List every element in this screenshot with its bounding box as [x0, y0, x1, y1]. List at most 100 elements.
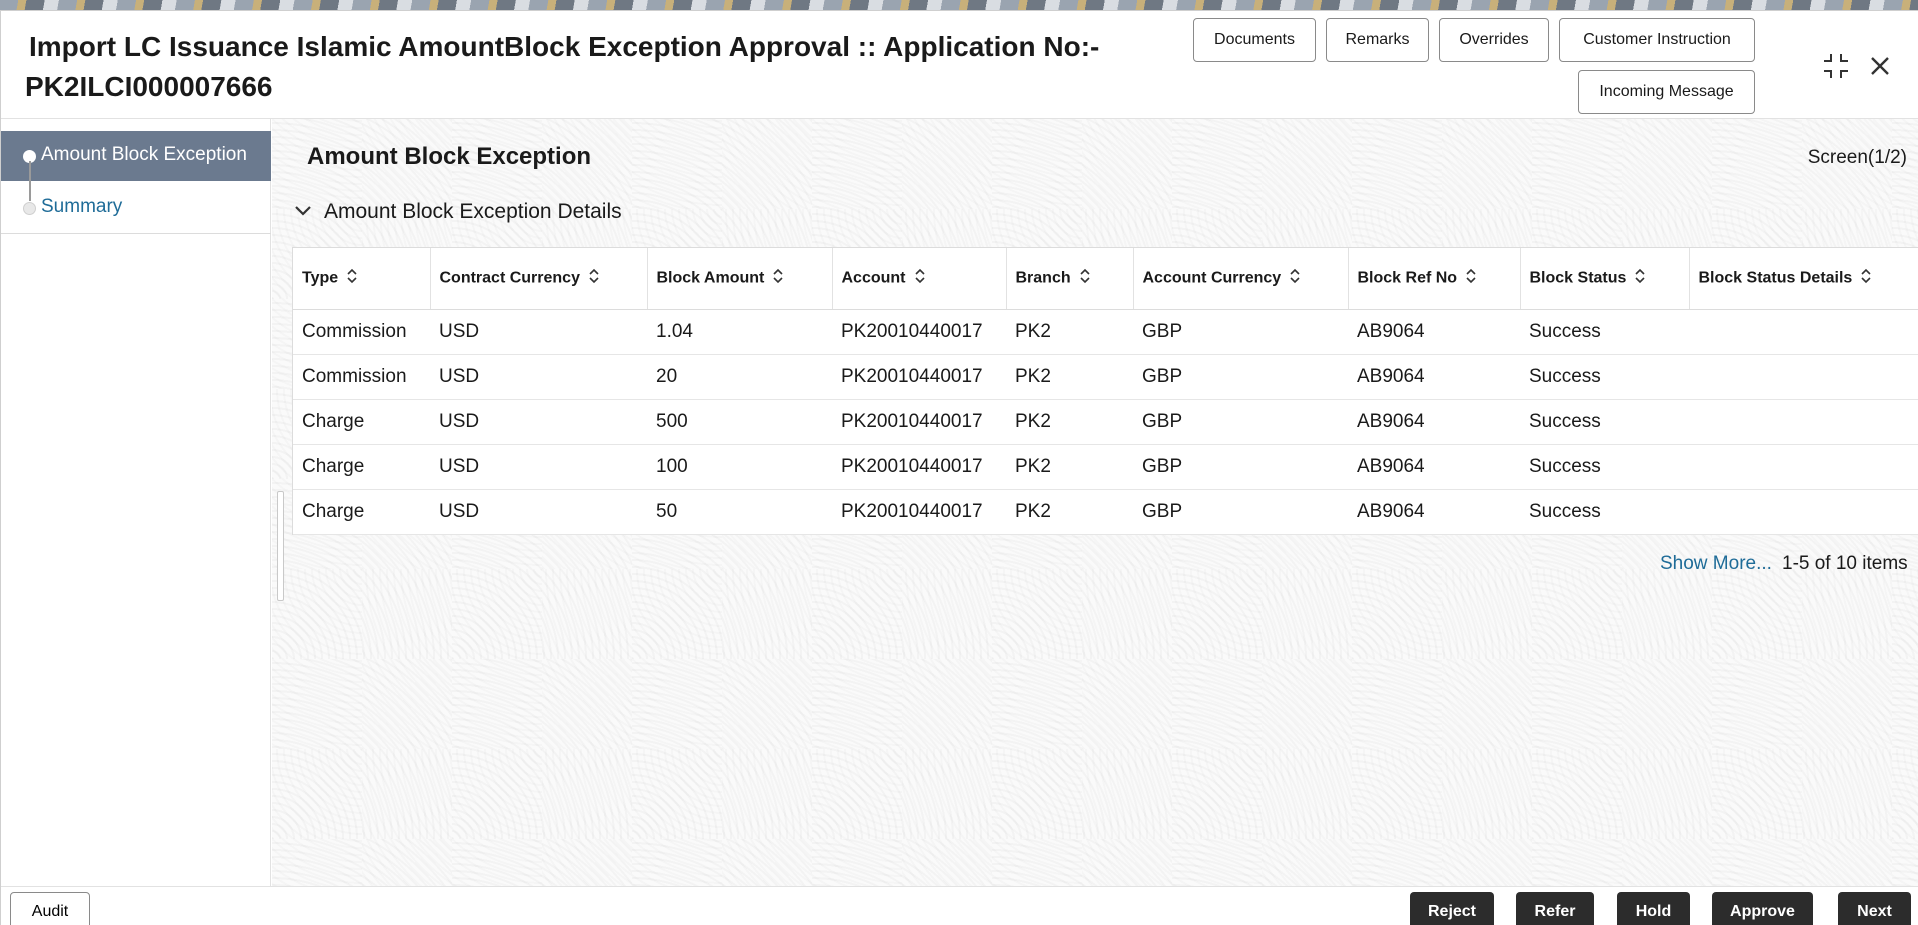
pagination-count: 1-5 of 10 items — [1782, 553, 1908, 575]
column-header-label: Block Ref No — [1358, 269, 1458, 286]
cell-block-status: Success — [1520, 309, 1689, 354]
table-row[interactable]: Charge USD 100 PK20010440017 PK2 GBP AB9… — [293, 444, 1918, 489]
column-header-type[interactable]: Type — [293, 248, 430, 309]
table-row[interactable]: Commission USD 1.04 PK20010440017 PK2 GB… — [293, 309, 1918, 354]
show-more-link[interactable]: Show More... — [1660, 553, 1772, 575]
cell-branch: PK2 — [1006, 354, 1133, 399]
sidebar-item-amount-block-exception[interactable]: Amount Block Exception — [1, 131, 271, 181]
top-banner-strip — [0, 0, 1918, 10]
table-row[interactable]: Charge USD 50 PK20010440017 PK2 GBP AB90… — [293, 489, 1918, 534]
sort-icon[interactable] — [1860, 268, 1872, 289]
column-header-label: Account Currency — [1143, 269, 1282, 286]
section-heading: Amount Block Exception — [307, 143, 591, 171]
column-header-label: Block Status Details — [1699, 269, 1853, 286]
cell-account-currency: GBP — [1133, 399, 1348, 444]
sidebar: Amount Block Exception Summary — [1, 119, 271, 886]
title-line-2: PK2ILCI000007666 — [25, 67, 1159, 107]
reject-button[interactable]: Reject — [1410, 892, 1494, 925]
chevron-down-icon[interactable] — [294, 199, 314, 223]
screen-counter: Screen(1/2) — [1808, 147, 1907, 169]
sort-icon[interactable] — [772, 268, 784, 289]
remarks-button[interactable]: Remarks — [1326, 18, 1429, 62]
table-row[interactable]: Commission USD 20 PK20010440017 PK2 GBP … — [293, 354, 1918, 399]
table-row[interactable]: Charge USD 500 PK20010440017 PK2 GBP AB9… — [293, 399, 1918, 444]
application-window: Import LC Issuance Islamic AmountBlock E… — [0, 10, 1918, 925]
sort-icon[interactable] — [1465, 268, 1477, 289]
cell-branch: PK2 — [1006, 399, 1133, 444]
cell-contract-currency: USD — [430, 399, 647, 444]
column-header-account[interactable]: Account — [832, 248, 1006, 309]
column-header-contract-currency[interactable]: Contract Currency — [430, 248, 647, 309]
cell-block-status-details — [1689, 309, 1918, 354]
column-header-block-ref-no[interactable]: Block Ref No — [1348, 248, 1520, 309]
amount-block-table: Type Contract Currency Block Amount Acco… — [292, 247, 1918, 535]
cell-contract-currency: USD — [430, 354, 647, 399]
sort-icon[interactable] — [1079, 268, 1091, 289]
customer-instruction-button[interactable]: Customer Instruction — [1559, 18, 1755, 62]
cell-branch: PK2 — [1006, 444, 1133, 489]
cell-block-status-details — [1689, 354, 1918, 399]
cell-block-ref-no: AB9064 — [1348, 354, 1520, 399]
close-icon[interactable] — [1865, 51, 1895, 81]
column-header-account-currency[interactable]: Account Currency — [1133, 248, 1348, 309]
cell-account: PK20010440017 — [832, 489, 1006, 534]
cell-account-currency: GBP — [1133, 489, 1348, 534]
page-title: Import LC Issuance Islamic AmountBlock E… — [29, 27, 1159, 107]
step-indicator-icon — [23, 202, 36, 215]
collapse-icon-svg — [1822, 52, 1850, 80]
sidebar-item-label: Amount Block Exception — [41, 144, 247, 166]
documents-button[interactable]: Documents — [1193, 18, 1316, 62]
sort-icon[interactable] — [588, 268, 600, 289]
cell-block-status-details — [1689, 444, 1918, 489]
cell-type: Charge — [293, 444, 430, 489]
sort-icon[interactable] — [346, 268, 358, 289]
column-header-branch[interactable]: Branch — [1006, 248, 1133, 309]
sort-icon[interactable] — [1289, 268, 1301, 289]
cell-account-currency: GBP — [1133, 444, 1348, 489]
cell-contract-currency: USD — [430, 309, 647, 354]
refer-button[interactable]: Refer — [1516, 892, 1594, 925]
incoming-message-button[interactable]: Incoming Message — [1578, 70, 1755, 114]
overrides-button[interactable]: Overrides — [1439, 18, 1549, 62]
sidebar-item-summary[interactable]: Summary — [1, 183, 271, 233]
footer-action-bar: Audit Reject Refer Hold Approve Next — [1, 886, 1918, 925]
column-header-label: Block Amount — [657, 269, 765, 286]
cell-block-ref-no: AB9064 — [1348, 489, 1520, 534]
cell-block-status-details — [1689, 399, 1918, 444]
column-header-block-status-details[interactable]: Block Status Details — [1689, 248, 1918, 309]
cell-block-ref-no: AB9064 — [1348, 444, 1520, 489]
sort-icon[interactable] — [914, 268, 926, 289]
approve-button[interactable]: Approve — [1712, 892, 1813, 925]
cell-block-status-details — [1689, 489, 1918, 534]
sidebar-divider — [1, 233, 271, 234]
column-header-block-status[interactable]: Block Status — [1520, 248, 1689, 309]
cell-type: Charge — [293, 399, 430, 444]
header: Import LC Issuance Islamic AmountBlock E… — [1, 11, 1918, 119]
sidebar-resize-handle[interactable] — [277, 491, 284, 601]
main-content: Amount Block Exception Screen(1/2) Amoun… — [272, 119, 1918, 886]
section-title: Amount Block Exception Details — [324, 200, 622, 224]
cell-account: PK20010440017 — [832, 354, 1006, 399]
cell-account-currency: GBP — [1133, 354, 1348, 399]
cell-block-ref-no: AB9064 — [1348, 399, 1520, 444]
data-table: Type Contract Currency Block Amount Acco… — [293, 248, 1918, 535]
cell-block-status: Success — [1520, 489, 1689, 534]
cell-block-status: Success — [1520, 354, 1689, 399]
cell-block-amount: 20 — [647, 354, 832, 399]
cell-block-amount: 500 — [647, 399, 832, 444]
chevron-down-icon-svg — [294, 205, 312, 217]
sidebar-item-label: Summary — [41, 196, 122, 218]
collapse-icon[interactable] — [1821, 51, 1851, 81]
column-header-block-amount[interactable]: Block Amount — [647, 248, 832, 309]
cell-branch: PK2 — [1006, 309, 1133, 354]
sort-icon[interactable] — [1634, 268, 1646, 289]
column-header-label: Account — [842, 269, 906, 286]
cell-type: Commission — [293, 309, 430, 354]
cell-account: PK20010440017 — [832, 399, 1006, 444]
hold-button[interactable]: Hold — [1617, 892, 1690, 925]
next-button[interactable]: Next — [1838, 892, 1911, 925]
cell-block-amount: 50 — [647, 489, 832, 534]
audit-button[interactable]: Audit — [10, 892, 90, 925]
cell-branch: PK2 — [1006, 489, 1133, 534]
cell-block-status: Success — [1520, 444, 1689, 489]
